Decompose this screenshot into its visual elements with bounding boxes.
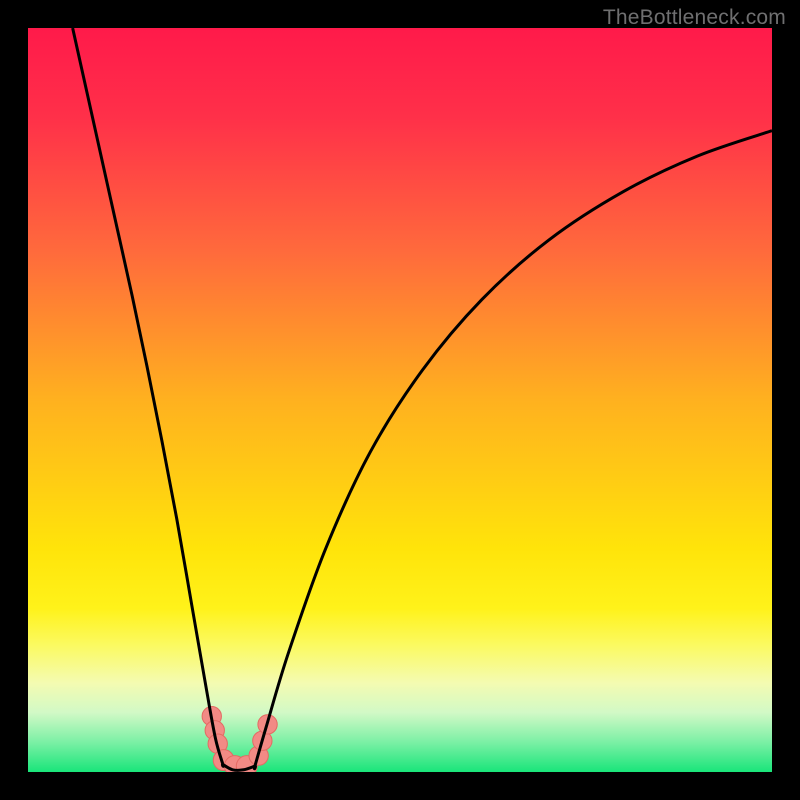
bottleneck-curve [73, 28, 772, 770]
outer-frame: TheBottleneck.com [0, 0, 800, 800]
watermark-text: TheBottleneck.com [603, 6, 786, 30]
marker-group [202, 707, 277, 772]
chart-svg [28, 28, 772, 772]
plot-area [28, 28, 772, 772]
